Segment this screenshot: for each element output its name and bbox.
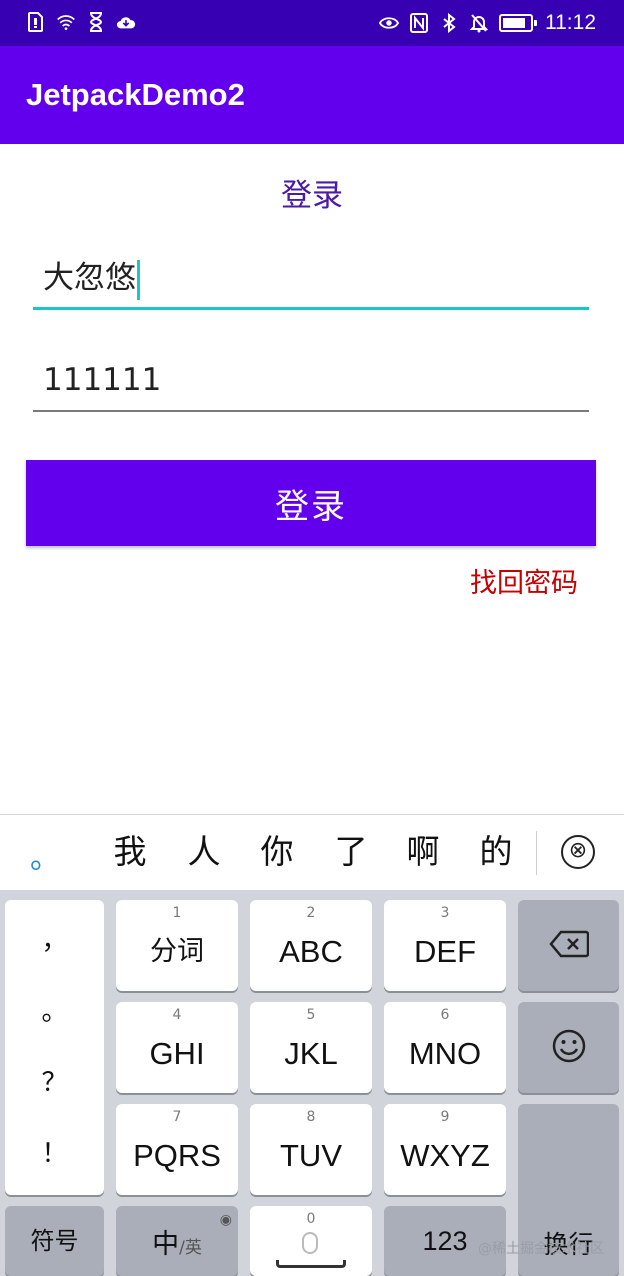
watermark: @稀土掘金技术社区 bbox=[478, 1241, 604, 1257]
smiley-icon bbox=[551, 1028, 587, 1068]
key-number: 7 bbox=[172, 1109, 182, 1125]
period-key[interactable]: 。 bbox=[41, 995, 67, 1029]
clock: 11:12 bbox=[545, 11, 596, 34]
bell-off-icon bbox=[469, 11, 489, 35]
lang-main-label: 中 bbox=[152, 1228, 180, 1260]
keyboard: ， 。 ？ ！ 1 分词 2 ABC 3 DEF 4 GHI 5 JKL 6 M… bbox=[0, 890, 624, 1276]
key-4-ghi[interactable]: 4 GHI bbox=[116, 1002, 238, 1093]
bluetooth-icon bbox=[439, 11, 459, 35]
punctuation-key[interactable]: ， 。 ？ ！ bbox=[5, 900, 104, 1195]
key-label: JKL bbox=[284, 1035, 338, 1071]
text-cursor bbox=[137, 259, 140, 300]
key-1-segment[interactable]: 1 分词 bbox=[116, 900, 238, 991]
key-label: TUV bbox=[280, 1137, 342, 1173]
key-label: GHI bbox=[149, 1035, 205, 1071]
key-label: 分词 bbox=[150, 935, 204, 967]
status-bar: 11:12 bbox=[0, 0, 624, 46]
close-circle-icon[interactable]: ⊗ bbox=[561, 835, 595, 869]
symbols-label: 符号 bbox=[30, 1227, 79, 1255]
key-number: 8 bbox=[306, 1109, 316, 1125]
key-9-wxyz[interactable]: 9 WXYZ bbox=[384, 1104, 506, 1195]
username-field[interactable]: 大忽悠 bbox=[33, 250, 589, 310]
password-field[interactable]: 111111 bbox=[33, 352, 589, 412]
backspace-icon bbox=[548, 930, 589, 962]
username-value: 大忽悠 bbox=[43, 260, 136, 296]
divider bbox=[536, 831, 537, 875]
key-5-jkl[interactable]: 5 JKL bbox=[250, 1002, 372, 1093]
candidate-item[interactable]: 的 bbox=[476, 831, 516, 873]
key-number: 5 bbox=[306, 1007, 316, 1023]
forgot-password-link[interactable]: 找回密码 bbox=[470, 564, 578, 604]
key-3-def[interactable]: 3 DEF bbox=[384, 900, 506, 991]
microphone-icon bbox=[302, 1232, 318, 1254]
space-icon bbox=[276, 1260, 346, 1268]
candidate-item[interactable]: 人 bbox=[184, 831, 224, 873]
comma-key[interactable]: ， bbox=[41, 924, 67, 958]
app-title: JetpackDemo2 bbox=[26, 77, 245, 112]
key-label: ABC bbox=[279, 933, 343, 969]
candidate-item[interactable]: 了 bbox=[331, 831, 371, 873]
key-number: 1 bbox=[172, 905, 182, 921]
key-number: 3 bbox=[440, 905, 450, 921]
password-value: 111111 bbox=[43, 362, 162, 398]
login-button[interactable]: 登录 bbox=[26, 460, 596, 546]
key-label: WXYZ bbox=[400, 1137, 490, 1173]
question-key[interactable]: ？ bbox=[41, 1066, 67, 1100]
candidate-prefix[interactable]: 。 bbox=[30, 839, 60, 879]
exclamation-key[interactable]: ！ bbox=[41, 1137, 67, 1171]
key-8-tuv[interactable]: 8 TUV bbox=[250, 1104, 372, 1195]
cloud-icon bbox=[116, 10, 136, 34]
key-6-mno[interactable]: 6 MNO bbox=[384, 1002, 506, 1093]
key-number: 9 bbox=[440, 1109, 450, 1125]
key-label: MNO bbox=[408, 1035, 482, 1071]
app-bar: JetpackDemo2 bbox=[0, 46, 624, 144]
key-number: 6 bbox=[440, 1007, 450, 1023]
numbers-label: 123 bbox=[422, 1226, 468, 1256]
key-number: 0 bbox=[306, 1211, 316, 1227]
emoji-key[interactable] bbox=[518, 1002, 619, 1093]
symbols-key[interactable]: 符号 bbox=[5, 1206, 104, 1276]
battery-icon bbox=[499, 14, 537, 32]
language-switch-key[interactable]: ◉ 中/英 bbox=[116, 1206, 238, 1276]
nfc-icon bbox=[409, 11, 429, 35]
globe-icon: ◉ bbox=[219, 1212, 232, 1228]
eye-icon bbox=[379, 11, 399, 35]
key-number: 2 bbox=[306, 905, 316, 921]
page-title: 登录 bbox=[281, 178, 343, 214]
key-7-pqrs[interactable]: 7 PQRS bbox=[116, 1104, 238, 1195]
candidate-item[interactable]: 你 bbox=[257, 831, 297, 873]
wifi-icon bbox=[56, 10, 76, 34]
sim-card-icon bbox=[26, 10, 46, 34]
key-label: DEF bbox=[414, 933, 476, 969]
candidate-bar: 。 我 人 你 了 啊 的 ⊗ bbox=[0, 814, 624, 890]
backspace-key[interactable] bbox=[518, 900, 619, 991]
key-label: PQRS bbox=[133, 1137, 221, 1173]
lang-sub-label: /英 bbox=[179, 1237, 202, 1258]
key-2-abc[interactable]: 2 ABC bbox=[250, 900, 372, 991]
hourglass-icon bbox=[86, 10, 106, 34]
candidate-item[interactable]: 啊 bbox=[403, 831, 443, 873]
key-number: 4 bbox=[172, 1007, 182, 1023]
space-key[interactable]: 0 bbox=[250, 1206, 372, 1276]
candidate-item[interactable]: 我 bbox=[110, 831, 150, 873]
